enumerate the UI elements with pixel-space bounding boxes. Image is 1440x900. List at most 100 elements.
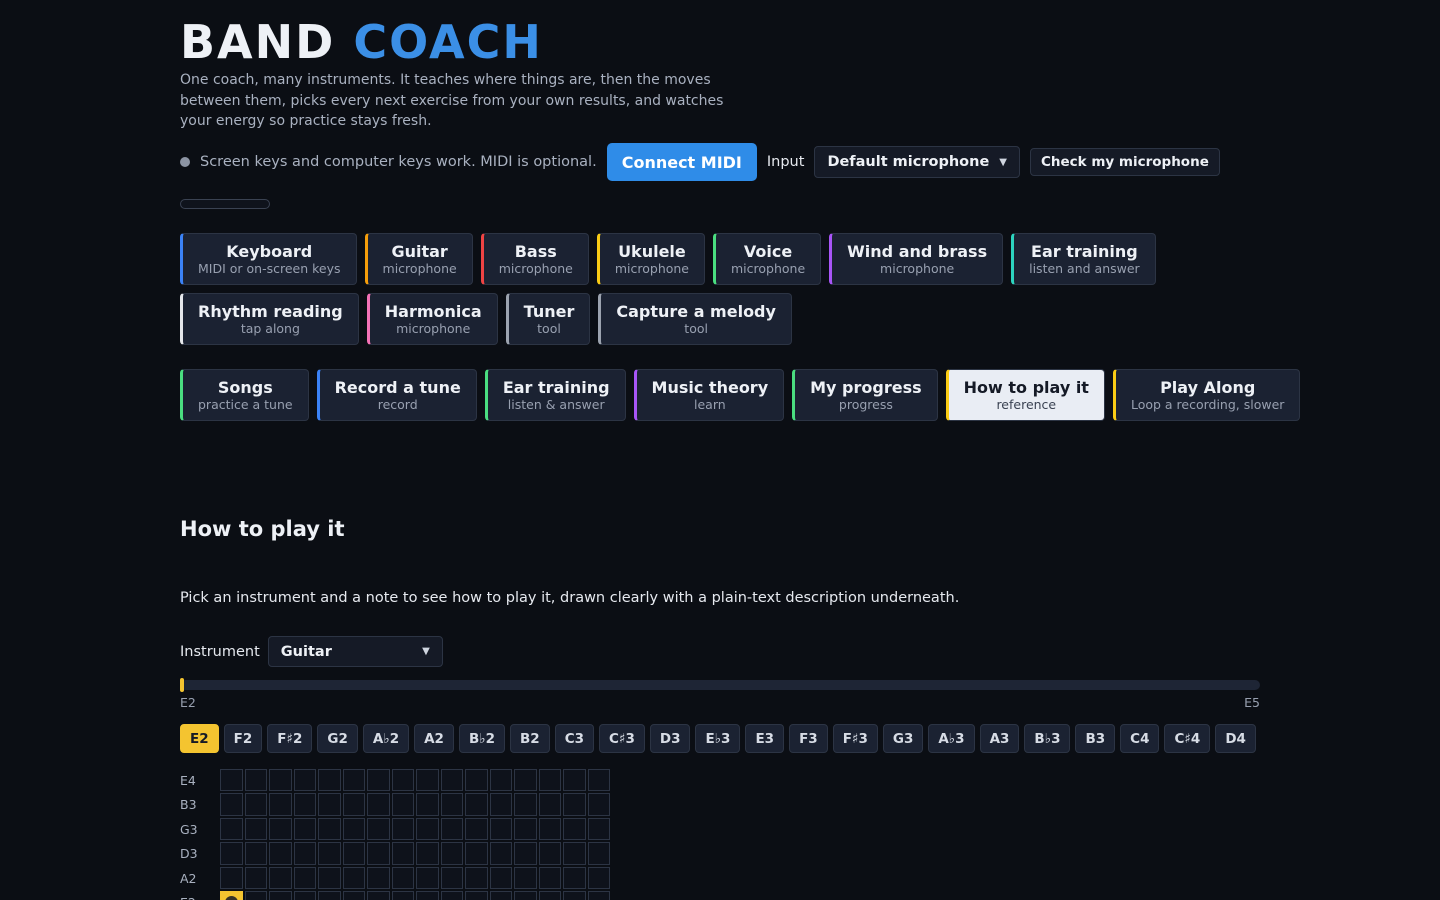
fret-cell[interactable] (465, 842, 488, 865)
fret-cell[interactable] (587, 866, 610, 890)
note-button[interactable]: B2 (510, 724, 550, 753)
fret-cell[interactable] (440, 842, 463, 865)
note-button[interactable]: D4 (1215, 724, 1256, 753)
fret-cell[interactable] (293, 842, 316, 865)
note-button[interactable]: F3 (789, 724, 828, 753)
fret-cell[interactable] (416, 793, 439, 816)
instrument-card-bass[interactable]: Bass microphone (480, 233, 589, 285)
note-button[interactable]: F♯2 (267, 724, 313, 753)
fret-cell[interactable] (244, 842, 267, 865)
tool-card-rhythm-reading[interactable]: Rhythm reading tap along (180, 293, 359, 345)
fret-cell[interactable] (465, 768, 488, 792)
fret-cell[interactable] (416, 842, 439, 865)
fret-cell[interactable] (440, 768, 463, 792)
fret-cell[interactable] (220, 768, 243, 792)
input-select[interactable]: Default microphone ▼ (814, 146, 1020, 178)
fret-cell[interactable] (269, 793, 292, 816)
note-button[interactable]: E3 (745, 724, 785, 753)
fret-cell[interactable] (367, 866, 390, 890)
fret-cell[interactable] (342, 866, 365, 890)
fret-cell[interactable] (318, 842, 341, 865)
section-card-ear-training[interactable]: Ear training listen & answer (484, 369, 626, 421)
fret-cell[interactable] (587, 842, 610, 865)
note-button[interactable]: C4 (1120, 724, 1160, 753)
note-button[interactable]: C♯4 (1164, 724, 1211, 753)
fret-cell-highlighted[interactable] (220, 891, 243, 900)
fret-cell[interactable] (514, 866, 537, 890)
fret-cell[interactable] (391, 866, 414, 890)
note-button[interactable]: F♯3 (832, 724, 878, 753)
fret-cell[interactable] (391, 891, 414, 900)
fret-cell[interactable] (318, 866, 341, 890)
fret-cell[interactable] (391, 842, 414, 865)
fret-cell[interactable] (293, 817, 316, 841)
fret-cell[interactable] (318, 768, 341, 792)
fret-cell[interactable] (440, 817, 463, 841)
fret-cell[interactable] (269, 866, 292, 890)
fret-cell[interactable] (563, 891, 586, 900)
note-button[interactable]: A♭3 (928, 724, 975, 753)
fret-cell[interactable] (563, 793, 586, 816)
fret-cell[interactable] (563, 842, 586, 865)
fret-cell[interactable] (269, 768, 292, 792)
fret-cell[interactable] (538, 817, 561, 841)
fret-cell[interactable] (538, 793, 561, 816)
fret-cell[interactable] (416, 768, 439, 792)
fret-cell[interactable] (514, 842, 537, 865)
fret-cell[interactable] (293, 866, 316, 890)
section-card-play-along[interactable]: Play Along Loop a recording, slower (1112, 369, 1301, 421)
fret-cell[interactable] (269, 817, 292, 841)
fret-cell[interactable] (342, 842, 365, 865)
fret-cell[interactable] (293, 891, 316, 900)
fret-cell[interactable] (489, 817, 512, 841)
instrument-card-guitar[interactable]: Guitar microphone (364, 233, 473, 285)
fret-cell[interactable] (342, 768, 365, 792)
fret-cell[interactable] (244, 866, 267, 890)
range-thumb[interactable] (180, 678, 184, 692)
fret-cell[interactable] (514, 817, 537, 841)
fret-cell[interactable] (269, 891, 292, 900)
fret-cell[interactable] (391, 793, 414, 816)
fret-cell[interactable] (587, 891, 610, 900)
fret-cell[interactable] (587, 793, 610, 816)
fret-cell[interactable] (440, 866, 463, 890)
instrument-card-keyboard[interactable]: Keyboard MIDI or on-screen keys (180, 233, 357, 285)
fret-cell[interactable] (342, 793, 365, 816)
fret-cell[interactable] (587, 817, 610, 841)
note-button[interactable]: E2 (180, 724, 219, 753)
fret-cell[interactable] (538, 866, 561, 890)
fret-cell[interactable] (465, 817, 488, 841)
fret-cell[interactable] (440, 891, 463, 900)
fret-cell[interactable] (489, 866, 512, 890)
section-card-songs[interactable]: Songs practice a tune (180, 369, 309, 421)
fret-cell[interactable] (244, 768, 267, 792)
fret-cell[interactable] (342, 817, 365, 841)
section-card-music-theory[interactable]: Music theory learn (633, 369, 785, 421)
fret-cell[interactable] (293, 793, 316, 816)
fret-cell[interactable] (514, 891, 537, 900)
fret-cell[interactable] (244, 793, 267, 816)
note-button[interactable]: B♭3 (1024, 724, 1071, 753)
fret-cell[interactable] (514, 768, 537, 792)
fret-cell[interactable] (367, 817, 390, 841)
fret-cell[interactable] (367, 768, 390, 792)
note-button[interactable]: B♭2 (458, 724, 506, 753)
fret-cell[interactable] (465, 793, 488, 816)
note-button[interactable]: C♯3 (599, 724, 645, 753)
fret-cell[interactable] (220, 866, 243, 890)
note-button[interactable]: C3 (554, 724, 595, 753)
fret-cell[interactable] (465, 866, 488, 890)
fret-cell[interactable] (416, 817, 439, 841)
note-button[interactable]: A3 (979, 724, 1020, 753)
fret-cell[interactable] (220, 793, 243, 816)
note-button[interactable]: B3 (1075, 724, 1116, 753)
fret-cell[interactable] (563, 768, 586, 792)
fret-cell[interactable] (244, 817, 267, 841)
fret-cell[interactable] (538, 842, 561, 865)
fret-cell[interactable] (416, 866, 439, 890)
fret-cell[interactable] (269, 842, 292, 865)
tool-card-harmonica[interactable]: Harmonica microphone (366, 293, 498, 345)
instrument-select[interactable]: Guitar ▼ (267, 636, 443, 667)
fret-cell[interactable] (489, 768, 512, 792)
fret-cell[interactable] (465, 891, 488, 900)
